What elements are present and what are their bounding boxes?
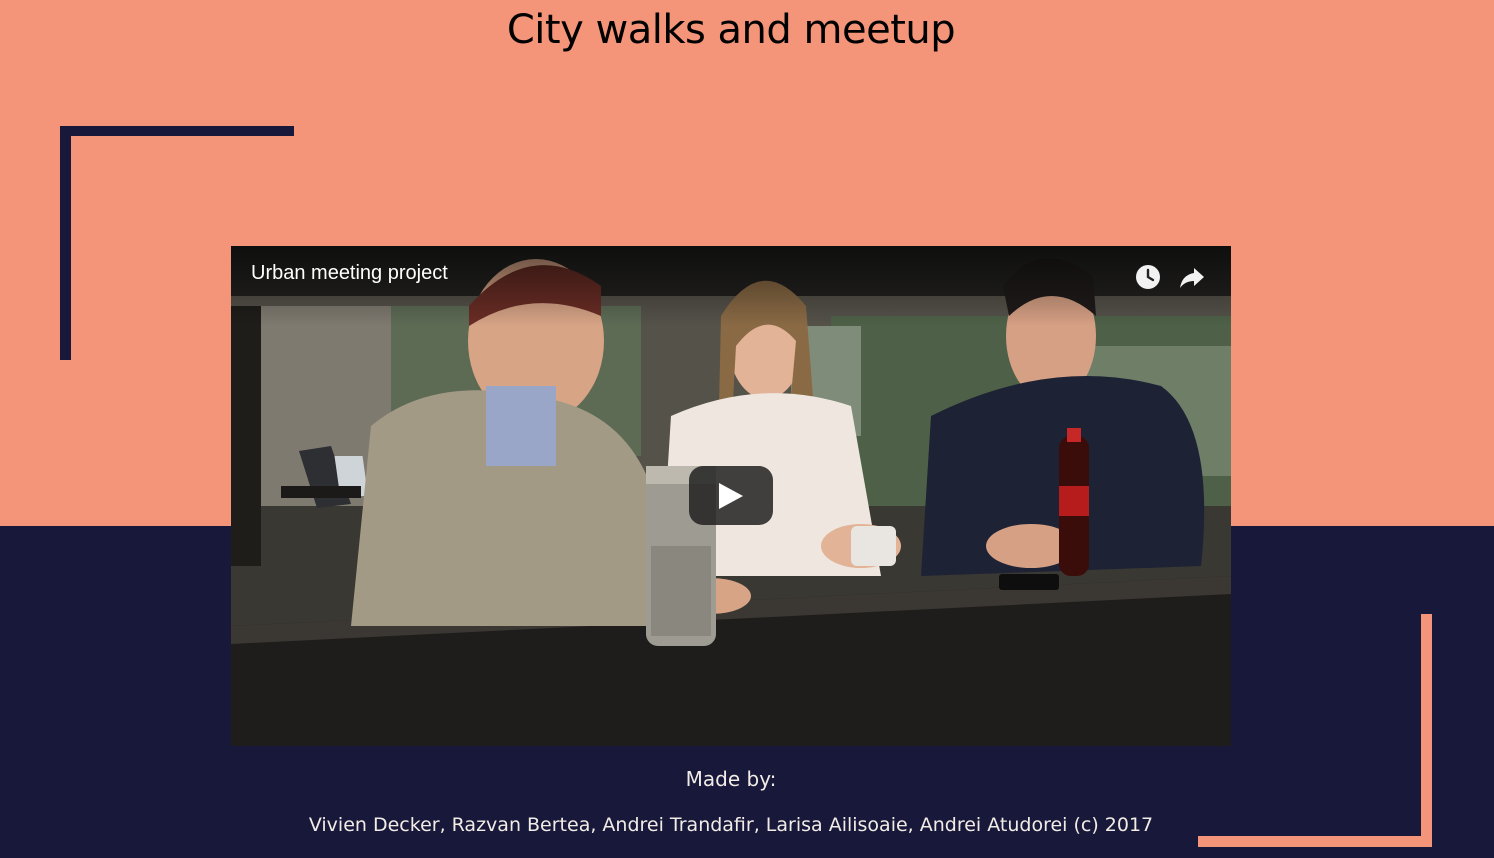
page-title: City walks and meetup	[506, 7, 956, 53]
play-icon	[719, 483, 743, 509]
credits-text: Vivien Decker, Razvan Bertea, Andrei Tra…	[308, 814, 1154, 836]
decorative-corner-top-left	[60, 126, 294, 136]
clock-icon[interactable]	[1133, 262, 1163, 292]
made-by-label: Made by:	[685, 767, 777, 791]
video-top-gradient	[231, 246, 1231, 326]
share-arrow-icon[interactable]	[1177, 262, 1207, 292]
decorative-corner-bottom-right-vertical	[1421, 614, 1432, 847]
decorative-corner-top-left-vertical	[60, 126, 71, 360]
video-title[interactable]: Urban meeting project	[251, 262, 448, 285]
decorative-corner-bottom-right	[1198, 836, 1432, 847]
video-player[interactable]: Urban meeting project	[231, 246, 1231, 746]
play-button[interactable]	[689, 466, 773, 525]
